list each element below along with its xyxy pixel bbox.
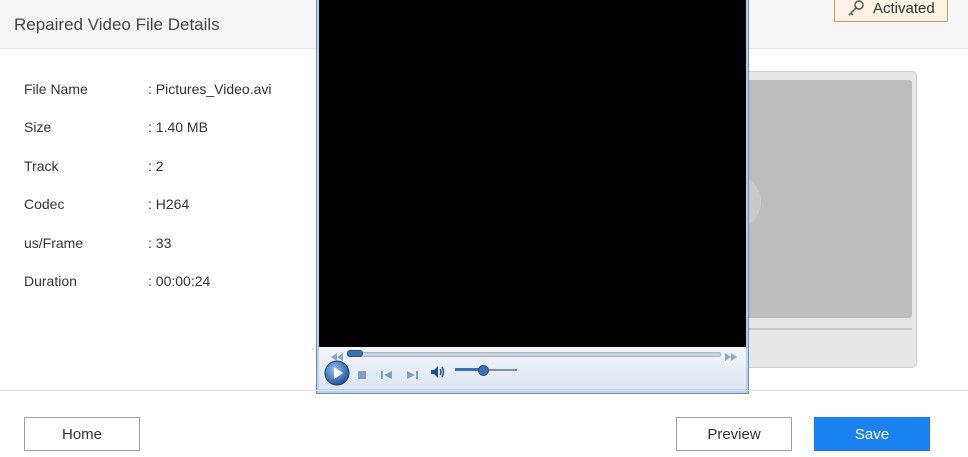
fast-forward-icon[interactable] — [725, 348, 737, 366]
volume-icon[interactable] — [430, 365, 446, 384]
volume-thumb[interactable] — [478, 365, 489, 376]
video-preview-panel — [720, 71, 917, 368]
detail-value: : 33 — [148, 235, 172, 251]
seek-bar[interactable] — [347, 352, 721, 357]
detail-label: Track — [24, 158, 59, 174]
detail-row-track: Track : 2 — [24, 155, 314, 177]
key-icon — [847, 0, 865, 17]
seek-thumb[interactable] — [347, 350, 363, 357]
player-controls — [319, 347, 746, 389]
detail-label: Duration — [24, 273, 77, 289]
detail-label: Codec — [24, 196, 65, 212]
detail-label: us/Frame — [24, 235, 84, 251]
detail-value: : 00:00:24 — [148, 273, 211, 289]
footer-divider — [0, 390, 968, 391]
activated-button[interactable]: Activated — [834, 0, 948, 22]
activated-label: Activated — [873, 0, 935, 17]
preview-seek-line — [729, 328, 912, 330]
detail-row-duration: Duration : 00:00:24 — [24, 270, 314, 292]
detail-value: : 2 — [148, 158, 164, 174]
home-button[interactable]: Home — [24, 417, 140, 451]
previous-icon[interactable] — [381, 367, 393, 385]
detail-value: : Pictures_Video.avi — [148, 81, 272, 97]
stop-icon[interactable] — [357, 367, 367, 385]
detail-row-us-frame: us/Frame : 33 — [24, 232, 314, 254]
detail-value: : 1.40 MB — [148, 119, 208, 135]
detail-value: : H264 — [148, 196, 190, 212]
detail-row-size: Size : 1.40 MB — [24, 116, 314, 138]
preview-button[interactable]: Preview — [676, 417, 792, 451]
play-button[interactable] — [324, 360, 350, 391]
repair-app-window: Repaired Video File Details Activated Fi… — [0, 0, 968, 457]
detail-row-codec: Codec : H264 — [24, 193, 314, 215]
media-player-window — [316, 0, 749, 394]
detail-label: Size — [24, 119, 52, 135]
save-button[interactable]: Save — [814, 417, 930, 451]
page-title: Repaired Video File Details — [14, 15, 220, 34]
detail-row-file-name: File Name : Pictures_Video.avi — [24, 78, 314, 100]
play-icon — [324, 360, 350, 386]
next-icon[interactable] — [406, 367, 418, 385]
detail-label: File Name — [24, 81, 88, 97]
video-display[interactable] — [319, 0, 746, 347]
